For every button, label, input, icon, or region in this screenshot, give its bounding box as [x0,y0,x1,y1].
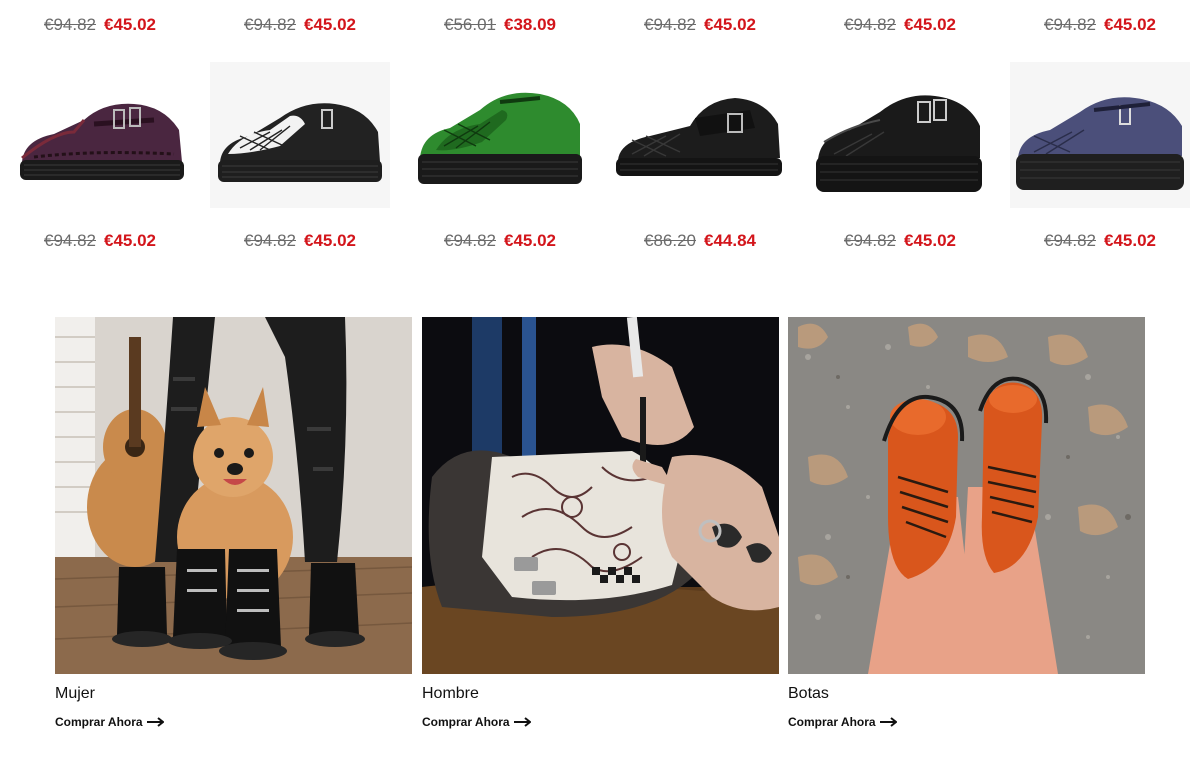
category-card-botas: Botas Comprar Ahora [788,317,1145,731]
category-card-mujer: Mujer Comprar Ahora [55,317,412,731]
product-image-purple-creeper[interactable] [14,62,194,208]
sale-price: €45.02 [704,15,756,34]
top-price-row: €94.82 €45.02 €94.82 €45.02 €56.01 €38.09 €… [0,13,1200,37]
original-price: €94.82 [44,15,96,34]
original-price: €94.82 [844,15,896,34]
sale-price: €45.02 [104,231,156,250]
price-block: €86.20 €44.84 [600,229,800,253]
category-image-hombre[interactable] [422,317,779,674]
original-price: €94.82 [1044,231,1096,250]
price-block: €94.82 €45.02 [1000,229,1200,253]
shoe-image [20,103,184,180]
product-price-row: €94.82 €45.02 €94.82 €45.02 €94.82 €45.02 €… [0,229,1200,253]
product-image-green-creeper[interactable] [410,62,590,208]
original-price: €94.82 [844,231,896,250]
shoe-image [616,98,782,176]
shoe-image [210,62,390,208]
sale-price: €45.02 [1104,15,1156,34]
product-image-black-white-creeper[interactable] [210,62,390,208]
shop-now-label: Comprar Ahora [55,715,143,729]
arrow-right-icon [146,717,164,727]
sale-price: €45.02 [104,15,156,34]
category-title: Hombre [422,685,479,702]
price-block: €56.01 €38.09 [400,13,600,37]
product-image-navy-creeper[interactable] [1010,62,1190,208]
price-block: €94.82 €45.02 [400,229,600,253]
shop-now-label: Comprar Ahora [422,715,510,729]
shop-now-link-botas[interactable]: Comprar Ahora [788,715,897,729]
category-title: Botas [788,685,829,702]
original-price: €94.82 [44,231,96,250]
original-price: €94.82 [444,231,496,250]
category-image-mujer[interactable] [55,317,412,674]
category-title: Mujer [55,685,96,702]
original-price: €94.82 [244,231,296,250]
original-price: €94.82 [244,15,296,34]
product-image-black-mary-jane[interactable] [610,62,790,208]
product-image-row [0,62,1200,208]
hand-drawing-on-sneaker-photo [422,317,779,674]
sale-price: €45.02 [304,15,356,34]
original-price: €94.82 [644,15,696,34]
sale-price: €45.02 [504,231,556,250]
product-image-black-leather-creeper[interactable] [810,62,990,208]
price-block: €94.82 €45.02 [200,13,400,37]
arrow-right-icon [879,717,897,727]
shop-now-link-hombre[interactable]: Comprar Ahora [422,715,531,729]
shoe-image [1010,62,1190,208]
orange-boots-on-gravel-photo [788,317,1145,674]
original-price: €94.82 [1044,15,1096,34]
sale-price: €45.02 [304,231,356,250]
price-block: €94.82 €45.02 [200,229,400,253]
sale-price: €44.84 [704,231,756,250]
woman-with-dog-photo [55,317,412,674]
sale-price: €45.02 [904,231,956,250]
price-block: €94.82 €45.02 [0,229,200,253]
price-block: €94.82 €45.02 [1000,13,1200,37]
shoe-image [418,92,582,184]
original-price: €86.20 [644,231,696,250]
product-listing-page: €94.82 €45.02 €94.82 €45.02 €56.01 €38.09 €… [0,0,1200,768]
original-price: €56.01 [444,15,496,34]
shoe-image [816,95,982,192]
sale-price: €45.02 [904,15,956,34]
sale-price: €38.09 [504,15,556,34]
price-block: €94.82 €45.02 [0,13,200,37]
category-image-botas[interactable] [788,317,1145,674]
arrow-right-icon [513,717,531,727]
price-block: €94.82 €45.02 [800,13,1000,37]
price-block: €94.82 €45.02 [600,13,800,37]
shop-now-label: Comprar Ahora [788,715,876,729]
category-card-hombre: Hombre Comprar Ahora [422,317,779,731]
sale-price: €45.02 [1104,231,1156,250]
price-block: €94.82 €45.02 [800,229,1000,253]
shop-now-link-mujer[interactable]: Comprar Ahora [55,715,164,729]
